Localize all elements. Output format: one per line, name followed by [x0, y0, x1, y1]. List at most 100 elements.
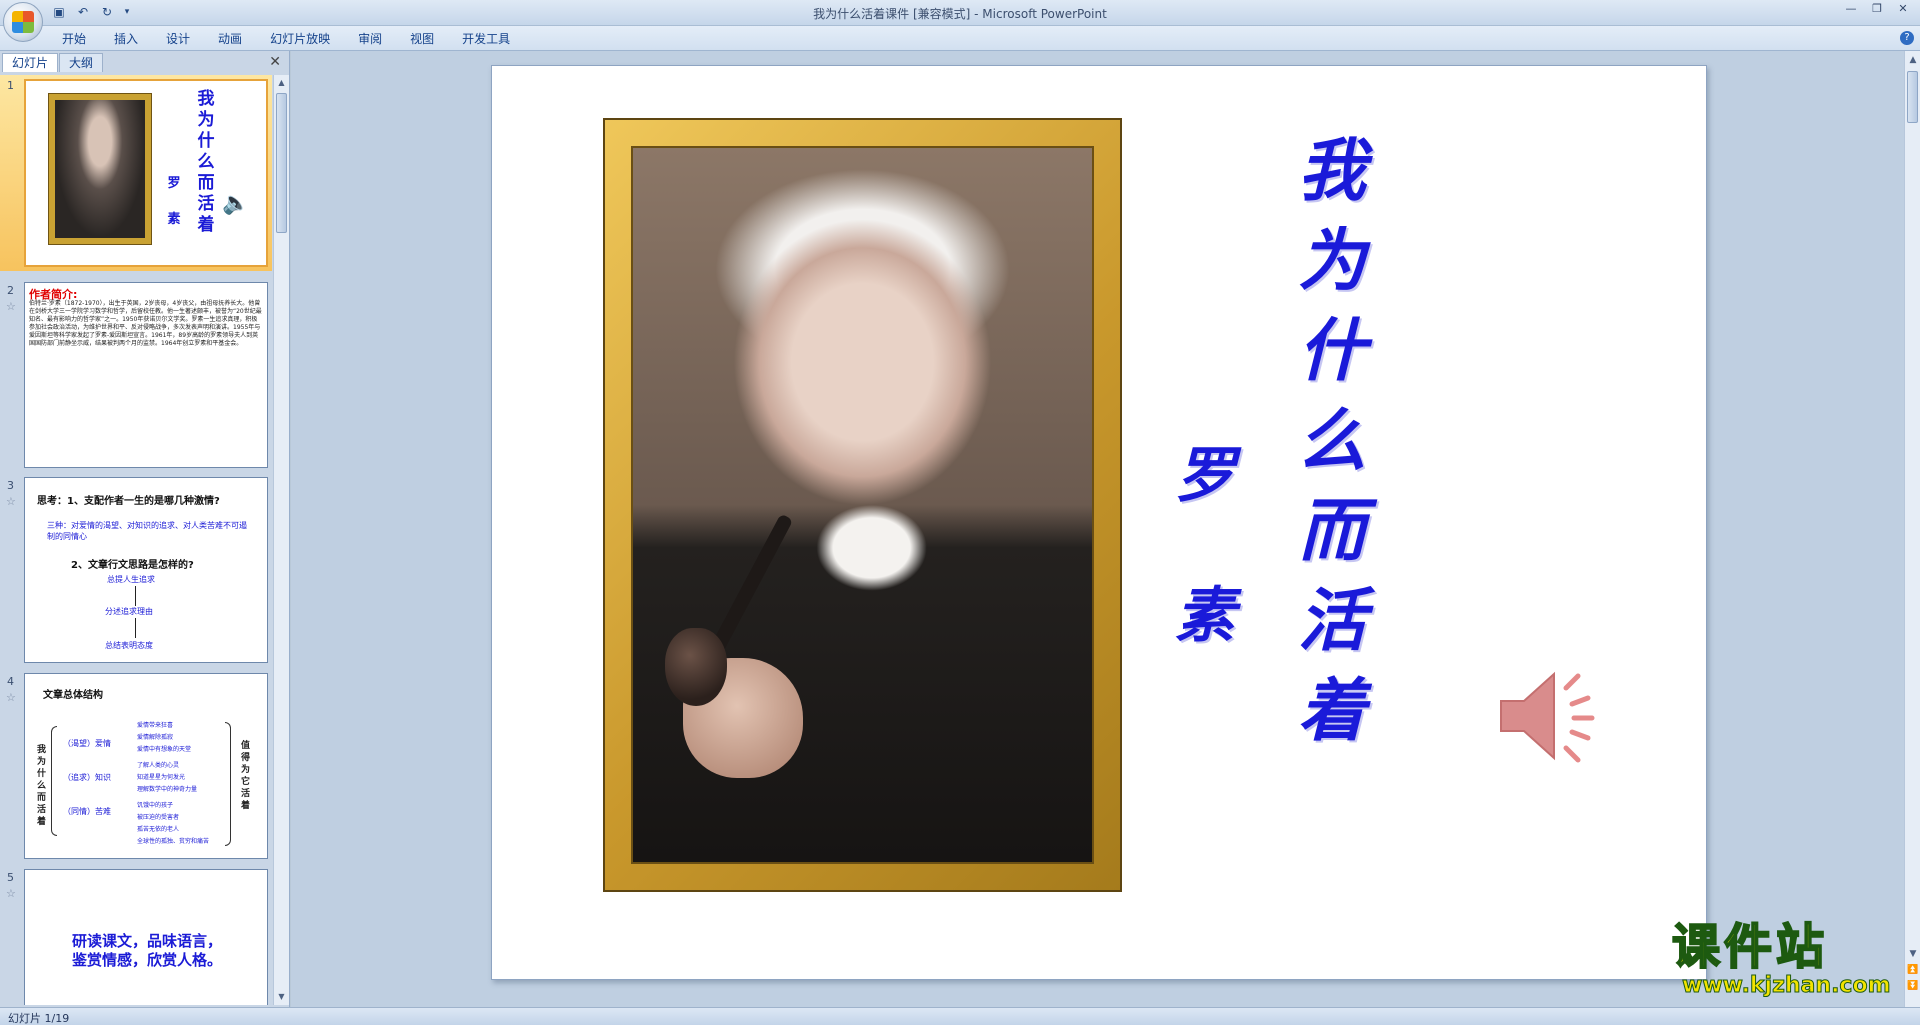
scroll-down-icon[interactable]: ▼ — [1906, 947, 1920, 961]
slides-pane: 幻灯片 大纲 ✕ 1 我为什么而活着 罗素 🔈 2 ☆ 作者简介: 伯特兰·罗素… — [0, 51, 290, 1007]
thumb-question-1: 思考：1、支配作者一生的是哪几种激情? — [37, 496, 220, 507]
thumbnail-canvas: 作者简介: 伯特兰·罗素（1872-1970），出生于英国，2岁丧母，4岁丧父，… — [24, 282, 268, 468]
thumb-line-1: 研读课文，品味语言， — [71, 932, 222, 950]
thumb-item: 全球性的孤独、贫穷和痛苦 — [137, 838, 210, 845]
watermark-url: www.kjzhan.com — [1682, 973, 1892, 998]
thumb-item: 知道星星为何发光 — [137, 774, 186, 781]
title-bar: ▣ ↶ ↻ ▾ 我为什么活着课件 [兼容模式] - Microsoft Powe… — [0, 0, 1920, 42]
pane-close-icon[interactable]: ✕ — [269, 54, 281, 70]
scroll-up-icon[interactable]: ▲ — [274, 75, 289, 91]
restore-icon[interactable]: ❐ — [1864, 2, 1890, 20]
thumb-step-1: 总提人生追求 — [107, 575, 155, 584]
tab-home[interactable]: 开始 — [48, 30, 100, 48]
thumb-branch-1: （渴望）爱情 — [63, 739, 111, 748]
window-controls: — ❐ ✕ — [1838, 2, 1916, 20]
slide-thumbnail-1[interactable]: 1 我为什么而活着 罗素 🔈 — [0, 75, 272, 271]
slide-thumbnails: 1 我为什么而活着 罗素 🔈 2 ☆ 作者简介: 伯特兰·罗素（1872-197… — [0, 75, 272, 1005]
picture-frame[interactable] — [603, 118, 1122, 892]
thumb-step-3: 总结表明态度 — [105, 641, 153, 650]
thumb-connector — [135, 618, 136, 638]
thumb-brace — [225, 722, 231, 846]
thumbnail-canvas: 研读课文，品味语言， 鉴赏情感，欣赏人格。 — [24, 869, 268, 1005]
thumb-answer-1: 三种：对爱情的渴望、对知识的追求、对人类苦难不可遏制的同情心 — [47, 521, 247, 541]
thumbnail-canvas: 我为什么而活着 罗素 🔈 — [24, 79, 268, 267]
tab-slideshow[interactable]: 幻灯片放映 — [256, 30, 344, 48]
thumb-item: 孤苦无依的老人 — [137, 826, 180, 833]
thumbnails-scrollbar[interactable]: ▲ ▼ — [273, 75, 289, 1005]
thumb-item: 爱情解除孤寂 — [137, 734, 174, 741]
animation-star-icon: ☆ — [6, 887, 16, 900]
thumb-portrait — [55, 100, 145, 238]
thumbnail-canvas: 文章总体结构 我为什么而活着 （渴望）爱情 （追求）知识 （同情）苦难 爱情带来… — [24, 673, 268, 859]
thumb-left-label: 我为什么而活着 — [37, 745, 47, 827]
animation-star-icon: ☆ — [6, 691, 16, 704]
thumb-item: 爱情中有想象的天堂 — [137, 746, 192, 753]
portrait-photo — [631, 146, 1094, 864]
slide-thumbnail-3[interactable]: 3 ☆ 思考：1、支配作者一生的是哪几种激情? 三种：对爱情的渴望、对知识的追求… — [0, 475, 272, 665]
tab-slides[interactable]: 幻灯片 — [2, 53, 59, 72]
thumbnail-canvas: 思考：1、支配作者一生的是哪几种激情? 三种：对爱情的渴望、对知识的追求、对人类… — [24, 477, 268, 663]
tab-developer[interactable]: 开发工具 — [448, 30, 524, 48]
scroll-down-icon[interactable]: ▼ — [274, 989, 289, 1005]
thumb-body: 伯特兰·罗素（1872-1970），出生于英国，2岁丧母，4岁丧父，由祖母抚养长… — [29, 300, 262, 347]
thumb-item: 被压迫的受害者 — [137, 814, 180, 821]
close-icon[interactable]: ✕ — [1890, 2, 1916, 20]
slide-number: 5 — [7, 871, 14, 884]
thumb-text: 研读课文，品味语言， 鉴赏情感，欣赏人格。 — [25, 932, 267, 970]
tab-insert[interactable]: 插入 — [100, 30, 152, 48]
tab-design[interactable]: 设计 — [152, 30, 204, 48]
speaker-icon: 🔈 — [222, 191, 250, 216]
slide-thumbnail-4[interactable]: 4 ☆ 文章总体结构 我为什么而活着 （渴望）爱情 （追求）知识 （同情）苦难 … — [0, 671, 272, 861]
slide-number: 3 — [7, 479, 14, 492]
window-title: 我为什么活着课件 [兼容模式] - Microsoft PowerPoint — [813, 7, 1107, 21]
previous-slide-icon[interactable]: ⏫ — [1906, 963, 1920, 977]
slide-number: 4 — [7, 675, 14, 688]
thumb-item: 了解人类的心灵 — [137, 762, 180, 769]
thumb-right-label: 值得为它活着 — [241, 741, 251, 811]
office-logo-icon — [12, 11, 34, 33]
ribbon-tabs: 开始 插入 设计 动画 幻灯片放映 审阅 视图 开发工具 — [48, 30, 524, 48]
slide-thumbnail-2[interactable]: 2 ☆ 作者简介: 伯特兰·罗素（1872-1970），出生于英国，2岁丧母，4… — [0, 280, 272, 470]
thumb-line-2: 鉴赏情感，欣赏人格。 — [71, 951, 222, 969]
thumb-author: 罗素 — [167, 176, 181, 227]
next-slide-icon[interactable]: ⏬ — [1906, 979, 1920, 993]
office-button[interactable] — [3, 2, 43, 42]
minimize-icon[interactable]: — — [1838, 2, 1864, 20]
thumb-heading: 文章总体结构 — [43, 690, 103, 701]
scroll-up-icon[interactable]: ▲ — [1906, 53, 1920, 67]
slide-author[interactable]: 罗素 — [1170, 406, 1240, 686]
thumb-title: 我为什么而活着 — [197, 89, 215, 235]
animation-star-icon: ☆ — [6, 495, 16, 508]
slide-thumbnail-5[interactable]: 5 ☆ 研读课文，品味语言， 鉴赏情感，欣赏人格。 — [0, 867, 272, 1005]
scrollbar-thumb[interactable] — [1907, 71, 1918, 123]
slide-title[interactable]: 我为什么而活着 — [1292, 126, 1372, 756]
tab-view[interactable]: 视图 — [396, 30, 448, 48]
slide-editing-area: 我为什么而活着 罗素 ▲ ▼ ⏫ ⏬ — [291, 51, 1920, 1007]
scrollbar-thumb[interactable] — [276, 93, 287, 233]
thumb-step-2: 分述追求理由 — [105, 607, 153, 616]
tab-animation[interactable]: 动画 — [204, 30, 256, 48]
thumb-item: 理解数学中的神奇力量 — [137, 786, 198, 793]
thumb-brace — [51, 726, 57, 836]
thumb-branch-3: （同情）苦难 — [63, 807, 111, 816]
kjzhan-watermark: 课件站 www.kjzhan.com — [1671, 919, 1898, 1000]
animation-star-icon: ☆ — [6, 300, 16, 313]
tab-review[interactable]: 审阅 — [344, 30, 396, 48]
ribbon: 开始 插入 设计 动画 幻灯片放映 审阅 视图 开发工具 ? — [0, 26, 1920, 51]
thumb-question-2: 2、文章行文思路是怎样的? — [71, 560, 194, 571]
pane-tabs: 幻灯片 大纲 — [2, 53, 104, 72]
thumb-item: 爱情带来狂喜 — [137, 722, 174, 729]
pipe-bowl — [665, 628, 727, 706]
thumb-picture-frame — [48, 93, 152, 245]
slide-canvas[interactable]: 我为什么而活着 罗素 — [491, 65, 1707, 980]
slide-number: 1 — [7, 79, 14, 92]
help-icon[interactable]: ? — [1900, 31, 1914, 45]
speaker-icon[interactable] — [1496, 666, 1606, 766]
thumb-item: 饥饿中的孩子 — [137, 802, 174, 809]
slide-scrollbar[interactable]: ▲ ▼ ⏫ ⏬ — [1904, 51, 1920, 1007]
slide-counter: 幻灯片 1/19 — [8, 1012, 70, 1025]
thumb-branch-2: （追求）知识 — [63, 773, 111, 782]
status-bar: 幻灯片 1/19 — [0, 1007, 1920, 1025]
tab-outline[interactable]: 大纲 — [59, 53, 104, 72]
watermark-logo-text: 课件站 — [1671, 919, 1829, 975]
